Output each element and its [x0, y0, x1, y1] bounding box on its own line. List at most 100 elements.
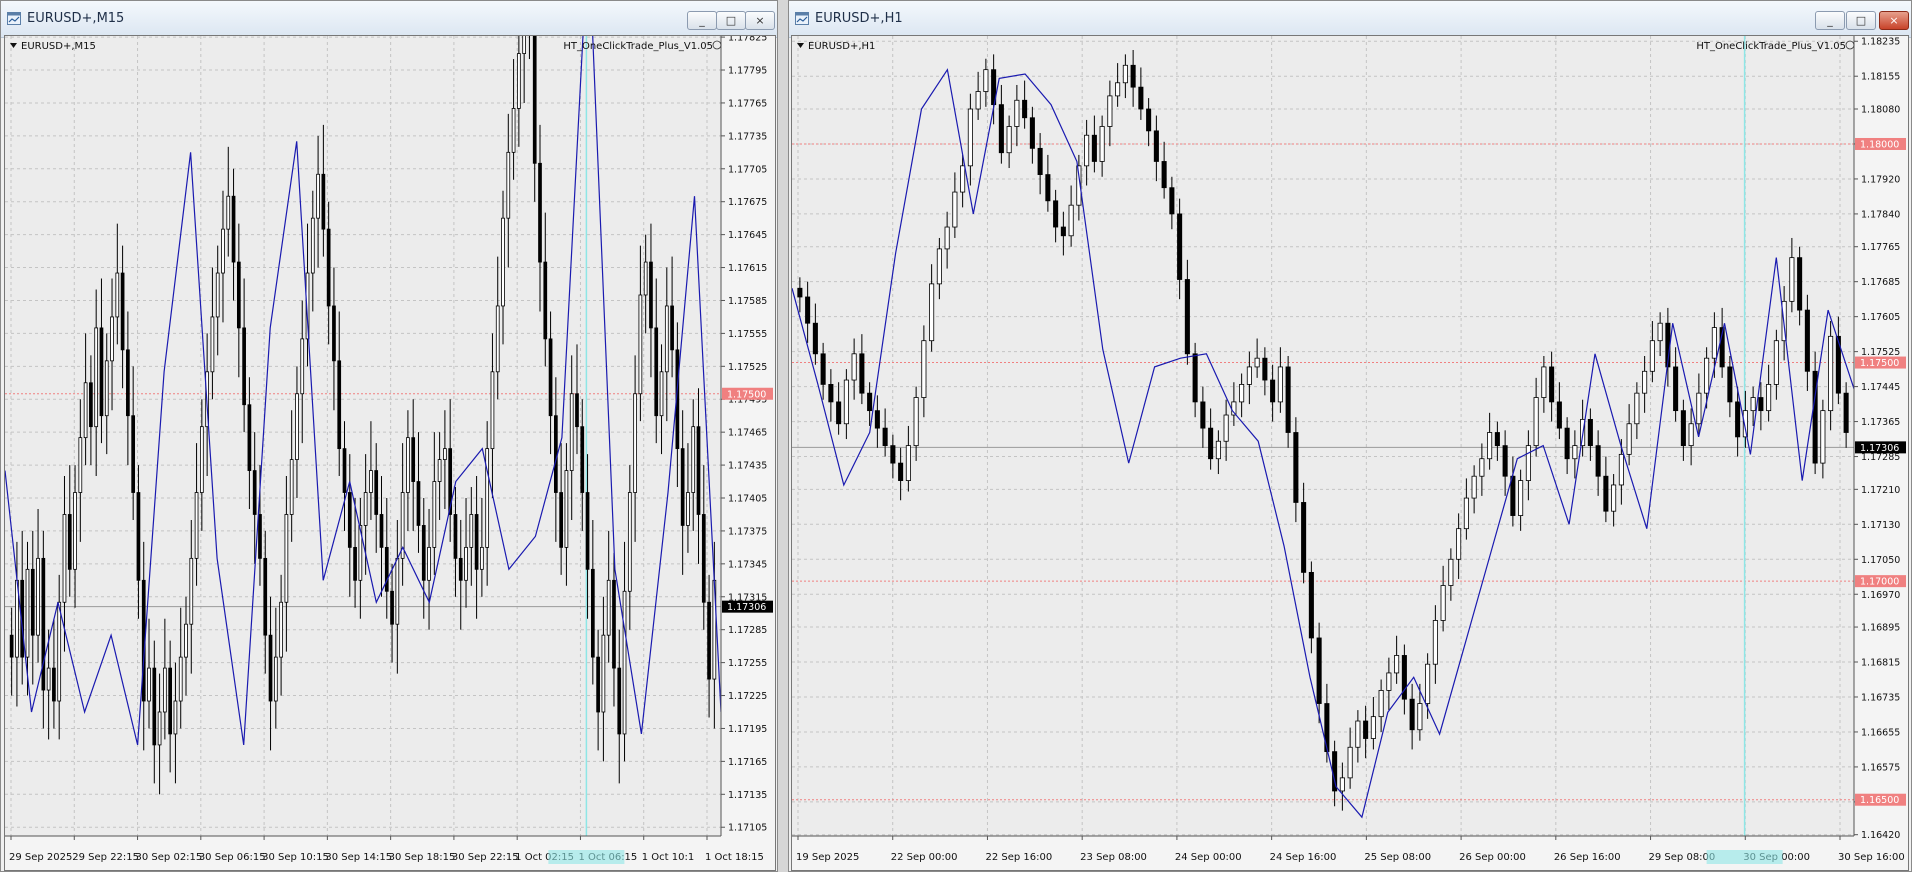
candle-body	[273, 656, 278, 702]
chart-pane[interactable]: 1.18235 1.18155 1.18080 1.18000 1.17920 1.178…	[791, 35, 1909, 871]
candle-body	[120, 272, 125, 351]
close-button[interactable]: ×	[1879, 11, 1909, 30]
candle-body	[163, 667, 167, 713]
candle-body	[347, 492, 352, 548]
candle-body	[564, 470, 569, 548]
candle-body	[1239, 384, 1245, 403]
candle-body	[1161, 161, 1167, 189]
title-bar[interactable]: EURUSD+,M15 _ □ ×	[1, 1, 777, 38]
candle-body	[1696, 392, 1702, 425]
time-tick-label: 30 Sep 18:15	[389, 852, 456, 863]
candle-body	[1618, 453, 1624, 486]
candle-body	[284, 514, 289, 603]
candle-body	[1169, 187, 1175, 215]
candle-body	[1200, 401, 1206, 429]
candle-body	[168, 667, 173, 735]
candle-body	[1006, 126, 1012, 154]
candle-body	[1417, 703, 1423, 731]
time-tick-label: 1 Oct 10:1	[642, 852, 694, 863]
candle-body	[210, 316, 215, 373]
time-tick-label: 1 Oct 18:15	[705, 852, 764, 863]
chart-window-h1: EURUSD+,H1 _ □ × 1.18235 1.18155 1.18080 1.…	[788, 0, 1912, 872]
time-tick-label: 19 Sep 2025	[796, 852, 859, 863]
candle-body	[1107, 95, 1113, 127]
candle-body	[707, 601, 711, 680]
candle-body	[147, 667, 151, 702]
candle-body	[152, 667, 157, 746]
price-tick-label: 1.17465	[728, 428, 767, 439]
maximize-button[interactable]: □	[716, 11, 746, 30]
candle-body	[1301, 502, 1307, 573]
candle-body	[1208, 427, 1214, 460]
time-tick-label: 30 Sep 22:15	[452, 852, 519, 863]
candle-body	[395, 557, 400, 625]
candle-body	[921, 340, 927, 398]
candle-body	[1595, 445, 1601, 477]
candle-body	[1804, 309, 1810, 372]
price-level-label: 1.16500	[1860, 795, 1899, 806]
candle-body	[1766, 384, 1772, 412]
candle-body	[437, 459, 442, 482]
candle-body	[1843, 392, 1849, 433]
candle-body	[601, 634, 606, 713]
candle-body	[511, 108, 516, 153]
candle-body	[828, 384, 834, 403]
price-tick-label: 1.17585	[728, 296, 767, 307]
candle-body	[596, 656, 600, 713]
candle-body	[474, 514, 479, 570]
candle-body	[506, 151, 511, 219]
price-tick-label: 1.17825	[728, 36, 767, 44]
candle-body	[696, 426, 701, 515]
candle-body	[1533, 397, 1539, 447]
candle-body	[36, 557, 40, 636]
candle-body	[1479, 458, 1485, 477]
candle-body	[905, 445, 911, 481]
candle-body	[1494, 432, 1500, 447]
minimize-button[interactable]: _	[687, 11, 717, 30]
candle-body	[242, 327, 246, 406]
time-tick-label: 25 Sep 08:00	[1364, 852, 1431, 863]
window-title: EURUSD+,H1	[815, 11, 903, 26]
candle-body	[643, 261, 648, 296]
candle-body	[1386, 672, 1392, 691]
title-bar[interactable]: EURUSD+,H1 _ □ ×	[789, 1, 1911, 38]
indicator-label: HT_OneClickTrade_Plus_V1.05	[1696, 41, 1846, 52]
candle-body	[178, 656, 183, 702]
maximize-button[interactable]: □	[1846, 11, 1876, 30]
candle-body	[1022, 99, 1028, 119]
price-tick-label: 1.16895	[1861, 623, 1900, 634]
candle-body	[247, 404, 252, 471]
candle-body	[960, 165, 966, 193]
candle-body	[1510, 475, 1516, 516]
candle-body	[1378, 690, 1384, 718]
indicator-smiley-icon	[1845, 40, 1855, 50]
time-tick-label: 29 Sep 22:15	[72, 852, 139, 863]
bid-price-label: 1.17306	[727, 602, 766, 613]
price-chart[interactable]: 1.17825 1.17795 1.17765 1.17735 1.17705 1.176…	[5, 36, 775, 870]
price-tick-label: 1.17605	[1861, 312, 1900, 323]
candle-body	[136, 492, 141, 581]
candle-body	[25, 568, 30, 658]
chart-pane[interactable]: 1.17825 1.17795 1.17765 1.17735 1.17705 1.176…	[4, 35, 776, 871]
minimize-button[interactable]: _	[1815, 11, 1845, 30]
price-tick-label: 1.17105	[728, 823, 767, 834]
candle-body	[1153, 130, 1159, 162]
candle-body	[1347, 746, 1353, 779]
price-tick-label: 1.16655	[1861, 727, 1900, 738]
candle-body	[46, 667, 51, 691]
close-button[interactable]: ×	[745, 11, 775, 30]
candle-body	[913, 397, 919, 447]
candle-body	[1750, 397, 1756, 412]
candle-body	[1556, 401, 1562, 429]
candle-body	[226, 195, 231, 230]
candle-body	[1634, 392, 1640, 425]
price-chart[interactable]: 1.18235 1.18155 1.18080 1.18000 1.17920 1.178…	[792, 36, 1908, 870]
candle-body	[967, 108, 973, 167]
price-tick-label: 1.16420	[1861, 830, 1900, 841]
time-tick-label: 30 Sep 02:15	[136, 852, 203, 863]
candle-body	[1773, 340, 1779, 385]
candle-body	[236, 261, 241, 329]
candle-body	[1146, 108, 1152, 132]
candle-body	[321, 173, 326, 230]
candle-body	[173, 700, 178, 735]
